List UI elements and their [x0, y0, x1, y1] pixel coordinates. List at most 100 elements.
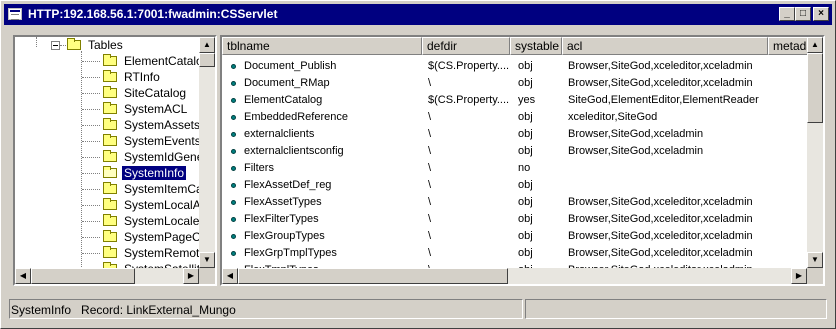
- table-cell-systable[interactable]: obj: [518, 177, 533, 193]
- scroll-down-arrow-icon[interactable]: ▼: [199, 252, 215, 268]
- scroll-thumb[interactable]: [31, 268, 135, 284]
- scroll-right-arrow-icon[interactable]: ▶: [183, 268, 199, 284]
- status-text: SystemInfo Record: LinkExternal_Mungo: [11, 303, 236, 317]
- table-cell-tblname[interactable]: Filters: [244, 160, 274, 176]
- table-cell-systable[interactable]: obj: [518, 75, 533, 91]
- column-header-metadata[interactable]: metada: [768, 37, 807, 55]
- scroll-thumb[interactable]: [238, 268, 508, 284]
- table-cell-acl[interactable]: Browser,SiteGod,xceleditor,xceladmin: [568, 228, 753, 244]
- tree-line: [82, 157, 100, 159]
- folder-icon: [103, 214, 117, 226]
- tree-node-label: SystemAssets: [124, 118, 199, 132]
- table-cell-acl[interactable]: xceleditor,SiteGod: [568, 109, 657, 125]
- records-table: tblname defdir systable acl metada Docum…: [222, 37, 807, 268]
- table-cell-acl[interactable]: Browser,SiteGod,xceleditor,xceladmin: [568, 245, 753, 261]
- table-cell-defdir[interactable]: \: [428, 126, 431, 142]
- scroll-up-arrow-icon[interactable]: ▲: [807, 37, 823, 53]
- table-cell-tblname[interactable]: FlexGroupTypes: [244, 228, 325, 244]
- table-cell-systable[interactable]: obj: [518, 143, 533, 159]
- tree-node-label: Tables: [88, 38, 123, 52]
- folder-icon: [103, 150, 117, 162]
- table-cell-systable[interactable]: obj: [518, 194, 533, 210]
- table-cell-acl[interactable]: Browser,SiteGod,xceleditor,xceladmin: [568, 194, 753, 210]
- table-cell-defdir[interactable]: \: [428, 109, 431, 125]
- table-cell-tblname[interactable]: Document_RMap: [244, 75, 330, 91]
- tree-node-label: SystemRemoteA: [124, 246, 199, 260]
- scroll-left-arrow-icon[interactable]: ◀: [222, 268, 238, 284]
- scroll-thumb[interactable]: [199, 53, 215, 67]
- folder-icon: [103, 102, 117, 114]
- folder-icon: [103, 230, 117, 242]
- column-header-defdir[interactable]: defdir: [422, 37, 510, 55]
- table-cell-defdir[interactable]: \: [428, 177, 431, 193]
- tree-line: [82, 141, 100, 143]
- column-header-tblname[interactable]: tblname: [222, 37, 422, 55]
- table-cell-systable[interactable]: obj: [518, 58, 533, 74]
- table-cell-tblname[interactable]: FlexAssetDef_reg: [244, 177, 331, 193]
- maximize-button[interactable]: □: [795, 7, 811, 21]
- table-cell-defdir[interactable]: \: [428, 194, 431, 210]
- column-header-systable[interactable]: systable: [510, 37, 562, 55]
- table-horizontal-scrollbar[interactable]: ◀ ▶: [222, 268, 807, 284]
- tree-node-label: SystemInfo: [122, 166, 187, 180]
- tree-line: [82, 221, 100, 223]
- table-cell-defdir[interactable]: \: [428, 228, 431, 244]
- close-button[interactable]: ×: [813, 7, 829, 21]
- table-cell-tblname[interactable]: FlexAssetTypes: [244, 194, 322, 210]
- table-cell-tblname[interactable]: externalclientsconfig: [244, 143, 344, 159]
- scrollbar-corner: [199, 268, 215, 284]
- row-bullet-icon: [231, 217, 236, 222]
- table-cell-acl[interactable]: SiteGod,ElementEditor,ElementReader: [568, 92, 759, 108]
- tree-vertical-scrollbar[interactable]: ▲ ▼: [199, 37, 215, 268]
- table-cell-tblname[interactable]: ElementCatalog: [244, 92, 322, 108]
- table-cell-defdir[interactable]: $(CS.Property....: [428, 92, 509, 108]
- table-vertical-scrollbar[interactable]: ▲ ▼: [807, 37, 823, 268]
- tree-node-label: SystemIdGenera: [124, 150, 199, 164]
- scroll-thumb[interactable]: [807, 53, 823, 123]
- table-cell-defdir[interactable]: \: [428, 211, 431, 227]
- table-cell-defdir[interactable]: $(CS.Property....: [428, 58, 509, 74]
- tree-line: [82, 237, 100, 239]
- table-cell-defdir[interactable]: \: [428, 245, 431, 261]
- tree-line: [82, 93, 100, 95]
- table-cell-systable[interactable]: obj: [518, 211, 533, 227]
- column-header-acl[interactable]: acl: [562, 37, 768, 55]
- table-cell-acl[interactable]: Browser,SiteGod,xceladmin: [568, 143, 703, 159]
- table-cell-systable[interactable]: obj: [518, 228, 533, 244]
- table-cell-systable[interactable]: obj: [518, 109, 533, 125]
- folder-icon: [67, 38, 81, 50]
- table-cell-defdir[interactable]: \: [428, 143, 431, 159]
- row-bullet-icon: [231, 64, 236, 69]
- table-cell-acl[interactable]: Browser,SiteGod,xceleditor,xceladmin: [568, 58, 753, 74]
- table-cell-defdir[interactable]: \: [428, 75, 431, 91]
- scroll-right-arrow-icon[interactable]: ▶: [791, 268, 807, 284]
- tree-line: [36, 37, 38, 47]
- table-cell-acl[interactable]: Browser,SiteGod,xceladmin: [568, 126, 703, 142]
- row-bullet-icon: [231, 183, 236, 188]
- table-cell-systable[interactable]: yes: [518, 92, 535, 108]
- table-cell-acl[interactable]: Browser,SiteGod,xceleditor,xceladmin: [568, 75, 753, 91]
- scroll-down-arrow-icon[interactable]: ▼: [807, 252, 823, 268]
- folder-icon: [103, 118, 117, 130]
- tree-horizontal-scrollbar[interactable]: ◀ ▶: [15, 268, 199, 284]
- minimize-button[interactable]: _: [779, 7, 795, 21]
- table-cell-acl[interactable]: Browser,SiteGod,xceleditor,xceladmin: [568, 211, 753, 227]
- table-cell-tblname[interactable]: FlexGrpTmplTypes: [244, 245, 337, 261]
- table-cell-tblname[interactable]: externalclients: [244, 126, 314, 142]
- collapse-icon[interactable]: [51, 41, 60, 50]
- table-cell-tblname[interactable]: FlexFilterTypes: [244, 211, 319, 227]
- table-cell-tblname[interactable]: EmbeddedReference: [244, 109, 348, 125]
- folder-open-icon: [103, 166, 117, 178]
- app-icon[interactable]: [8, 8, 22, 20]
- title-bar[interactable]: HTTP:192.168.56.1:7001:fwadmin:CSServlet…: [4, 4, 832, 25]
- scroll-left-arrow-icon[interactable]: ◀: [15, 268, 31, 284]
- row-bullet-icon: [231, 132, 236, 137]
- row-bullet-icon: [231, 149, 236, 154]
- table-cell-systable[interactable]: obj: [518, 126, 533, 142]
- table-cell-defdir[interactable]: \: [428, 160, 431, 176]
- scroll-up-arrow-icon[interactable]: ▲: [199, 37, 215, 53]
- table-cell-tblname[interactable]: Document_Publish: [244, 58, 336, 74]
- row-bullet-icon: [231, 251, 236, 256]
- table-cell-systable[interactable]: obj: [518, 245, 533, 261]
- table-cell-systable[interactable]: no: [518, 160, 530, 176]
